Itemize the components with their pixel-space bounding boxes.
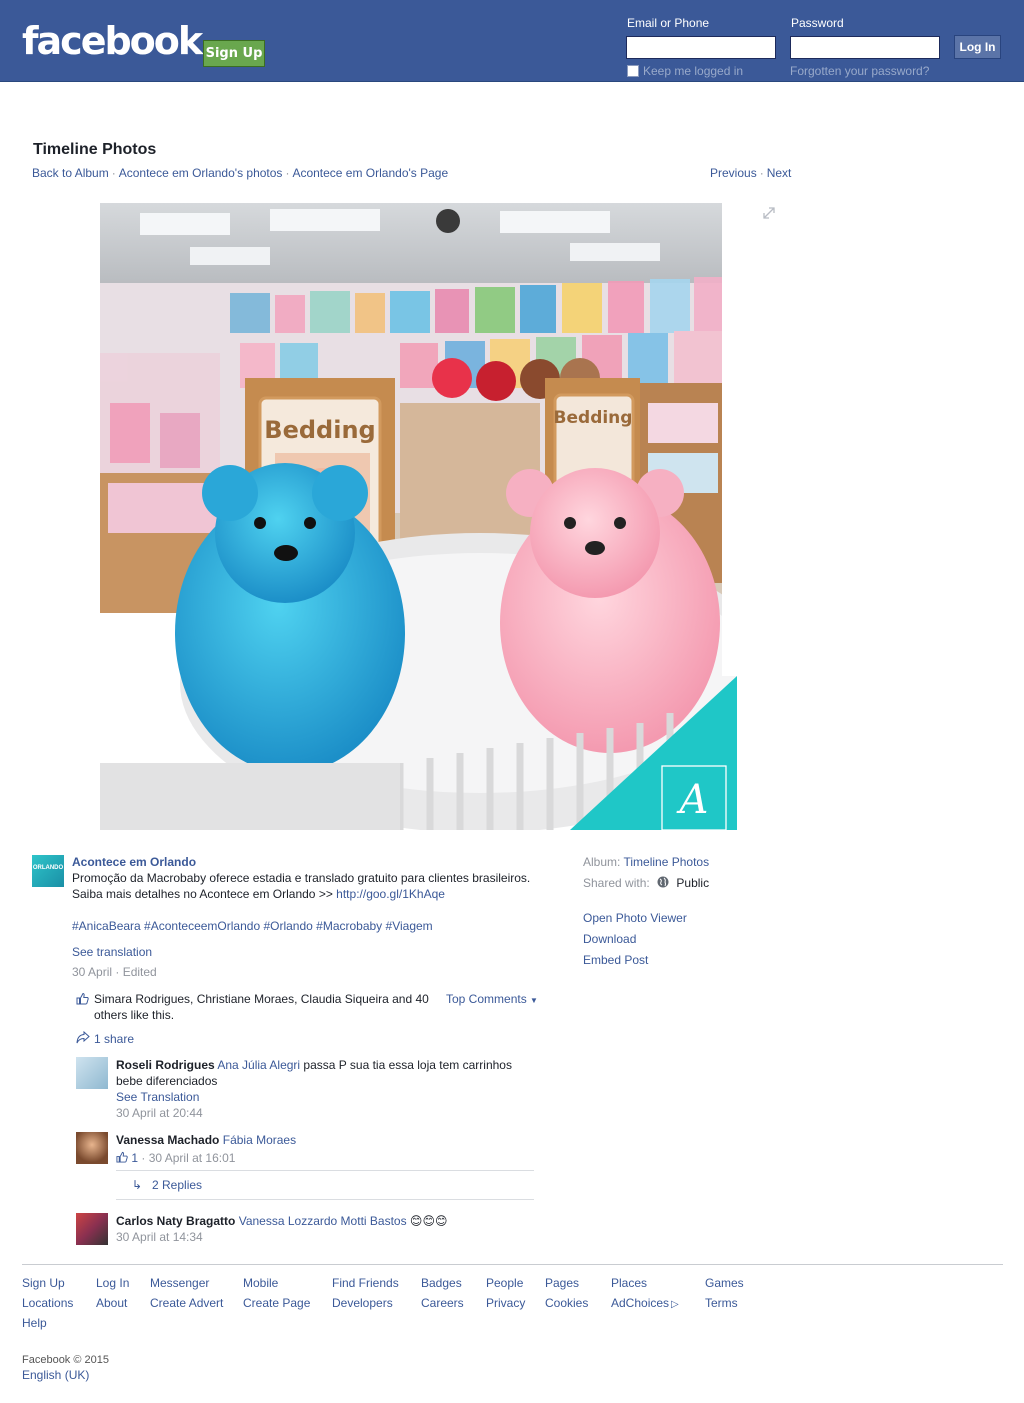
page-avatar[interactable]: ORLANDO (32, 855, 64, 887)
commenter-avatar[interactable] (76, 1132, 108, 1164)
post-date[interactable]: 30 April (72, 965, 112, 979)
likes-summary[interactable]: Simara Rodrigues, Christiane Moraes, Cla… (94, 991, 434, 1023)
footer-create-advert[interactable]: Create Advert (150, 1296, 223, 1310)
shared-with-label: Shared with: (583, 876, 650, 890)
footer-privacy[interactable]: Privacy (486, 1296, 525, 1310)
post-hashtags[interactable]: #AnicaBeara #AconteceemOrlando #Orlando … (72, 919, 433, 933)
next-link[interactable]: Next (767, 166, 792, 180)
commenter-avatar[interactable] (76, 1213, 108, 1245)
footer-about[interactable]: About (96, 1296, 127, 1310)
footer-people[interactable]: People (486, 1276, 523, 1290)
footer-adchoices[interactable]: AdChoices ▷ (611, 1296, 679, 1310)
photo-pager: Previous · Next (710, 166, 792, 180)
post-text-line-2: Saiba mais detalhes no Acontece em Orlan… (72, 887, 337, 901)
keep-logged-in-checkbox[interactable] (627, 65, 639, 77)
post-author-link[interactable]: Acontece em Orlando (72, 855, 196, 869)
like-icon (76, 992, 89, 1005)
page-link[interactable]: Acontece em Orlando's Page (292, 166, 448, 180)
top-bar: facebook Sign Up Email or Phone Password… (0, 0, 1024, 82)
comment-time[interactable]: 30 April at 14:34 (116, 1229, 536, 1245)
page-title: Timeline Photos (33, 141, 157, 158)
tagged-user[interactable]: Fábia Moraes (223, 1133, 296, 1147)
footer-developers[interactable]: Developers (332, 1296, 393, 1310)
breadcrumb: Back to Album · Acontece em Orlando's phot… (32, 166, 449, 180)
post-body: Acontece em Orlando Promoção da Macrobab… (72, 854, 552, 980)
store-photo-illustration: Bedding Bedding A (100, 203, 737, 830)
privacy-value[interactable]: Public (676, 876, 709, 890)
footer-help[interactable]: Help (22, 1316, 47, 1330)
share-icon (76, 1031, 90, 1044)
comment-time[interactable]: 30 April at 20:44 (116, 1105, 536, 1121)
chevron-down-icon: ▼ (530, 996, 538, 1005)
album-value-link[interactable]: Timeline Photos (623, 855, 709, 869)
email-field[interactable] (626, 36, 776, 59)
copyright: Facebook © 2015 (22, 1354, 109, 1366)
sign-up-button[interactable]: Sign Up (203, 40, 265, 67)
footer-pages[interactable]: Pages (545, 1276, 579, 1290)
watermark-letter: A (676, 777, 709, 823)
back-to-album-link[interactable]: Back to Album (32, 166, 109, 180)
footer-sign-up[interactable]: Sign Up (22, 1276, 65, 1290)
footer-mobile[interactable]: Mobile (243, 1276, 278, 1290)
post-text-line-1: Promoção da Macrobaby oferece estadia e … (72, 871, 531, 885)
footer-find-friends[interactable]: Find Friends (332, 1276, 399, 1290)
comment-text: 😊😊😊 (406, 1214, 448, 1228)
see-translation-link[interactable]: See translation (72, 945, 152, 959)
embed-post-link[interactable]: Embed Post (583, 953, 648, 967)
language-link[interactable]: English (UK) (22, 1368, 89, 1382)
reply-arrow-icon: ↳ (132, 1178, 143, 1192)
open-photo-viewer-link[interactable]: Open Photo Viewer (583, 911, 687, 925)
tagged-user[interactable]: Ana Júlia Alegri (217, 1058, 300, 1072)
globe-icon (657, 876, 669, 888)
footer-divider (22, 1264, 1003, 1265)
comment-like-count[interactable]: 1 (131, 1151, 138, 1165)
view-replies-link[interactable]: 2 Replies (152, 1178, 202, 1192)
password-label: Password (791, 16, 844, 30)
expand-icon[interactable] (762, 206, 776, 220)
keep-logged-in-label[interactable]: Keep me logged in (643, 64, 743, 78)
download-link[interactable]: Download (583, 932, 636, 946)
shares-count-link[interactable]: 1 share (94, 1032, 134, 1046)
commenter-name[interactable]: Roseli Rodrigues (116, 1058, 215, 1072)
top-comments-dropdown[interactable]: Top Comments ▼ (446, 992, 538, 1006)
post-url-link[interactable]: http://goo.gl/1KhAqe (336, 887, 445, 901)
replies-row: ↳ 2 Replies (116, 1170, 534, 1200)
footer-messenger[interactable]: Messenger (150, 1276, 209, 1290)
sign-left-label: Bedding (264, 416, 375, 444)
footer-places[interactable]: Places (611, 1276, 647, 1290)
footer-badges[interactable]: Badges (421, 1276, 462, 1290)
footer-create-page[interactable]: Create Page (243, 1296, 310, 1310)
commenter-avatar[interactable] (76, 1057, 108, 1089)
comment-see-translation[interactable]: See Translation (116, 1090, 199, 1104)
footer-locations[interactable]: Locations (22, 1296, 73, 1310)
comment-time[interactable]: 30 April at 16:01 (149, 1151, 236, 1165)
footer-games[interactable]: Games (705, 1276, 744, 1290)
facebook-logo[interactable]: facebook (22, 22, 203, 60)
password-field[interactable] (790, 36, 940, 59)
page-photos-link[interactable]: Acontece em Orlando's photos (119, 166, 283, 180)
footer-terms[interactable]: Terms (705, 1296, 738, 1310)
album-label: Album: (583, 855, 621, 869)
email-label: Email or Phone (627, 16, 710, 30)
log-in-button[interactable]: Log In (954, 35, 1001, 59)
forgot-password-link[interactable]: Forgotten your password? (790, 64, 929, 78)
photo-side-panel: Album: Timeline Photos Shared with: Publ… (583, 854, 709, 973)
tagged-user[interactable]: Vanessa Lozzardo Motti Bastos (239, 1214, 407, 1228)
footer-log-in[interactable]: Log In (96, 1276, 129, 1290)
footer-cookies[interactable]: Cookies (545, 1296, 588, 1310)
commenter-name[interactable]: Carlos Naty Bragatto (116, 1214, 235, 1228)
previous-link[interactable]: Previous (710, 166, 757, 180)
commenter-name[interactable]: Vanessa Machado (116, 1133, 219, 1147)
sign-right-label: Bedding (554, 408, 633, 428)
timeline-photo[interactable]: Bedding Bedding A (100, 203, 737, 830)
adchoices-icon: ▷ (671, 1299, 679, 1310)
footer-careers[interactable]: Careers (421, 1296, 464, 1310)
edited-label[interactable]: Edited (123, 965, 157, 979)
comment-like-icon (116, 1151, 128, 1163)
